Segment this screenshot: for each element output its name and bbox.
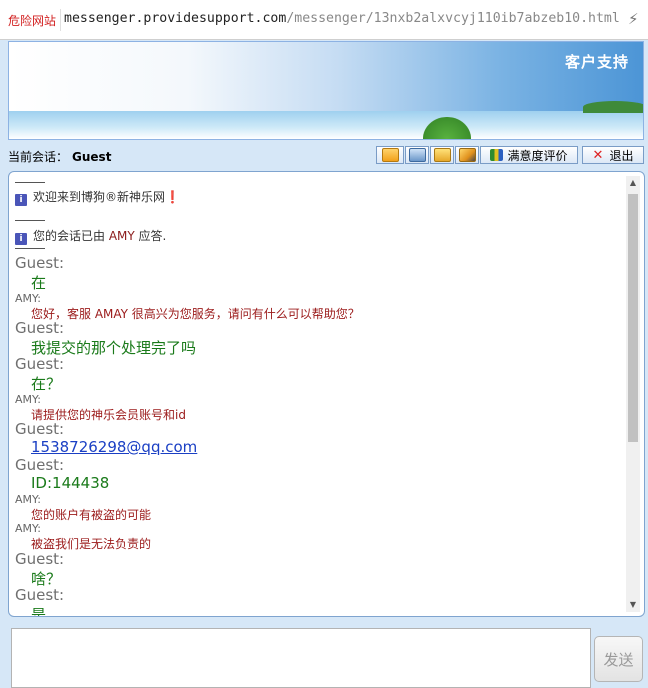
message-sender: AMY:	[15, 292, 41, 305]
chat-transcript[interactable]: i 欢迎来到博狗®新神乐网❗ i 您的会话已由 AMY 应答. Guest: 在 A…	[8, 171, 645, 617]
email-button[interactable]	[430, 146, 454, 164]
url-host: messenger.providesupport.com	[64, 11, 287, 26]
session-label: 当前会话：	[8, 150, 69, 164]
exit-button[interactable]: ✕ 退出	[582, 146, 644, 164]
send-file-button[interactable]	[376, 146, 404, 164]
exit-label: 退出	[609, 148, 634, 163]
security-warning[interactable]: 危险网站	[8, 12, 56, 29]
message-sender: Guest:	[15, 420, 65, 438]
agent-name: AMY	[108, 229, 135, 243]
rating-button[interactable]: 满意度评价	[480, 146, 578, 164]
scroll-down-icon[interactable]: ▼	[626, 598, 640, 612]
system-message: i 欢迎来到博狗®新神乐网❗	[15, 188, 180, 206]
message-sender: Guest:	[15, 254, 65, 272]
message-sender: Guest:	[15, 355, 65, 373]
support-banner: 客户支持	[8, 41, 644, 140]
guest-message: 在	[31, 274, 47, 292]
scrollbar-thumb[interactable]	[628, 194, 638, 442]
message-sender: AMY:	[15, 393, 41, 406]
divider	[15, 248, 45, 249]
send-button[interactable]: 发送	[594, 636, 643, 682]
edit-button[interactable]	[455, 146, 479, 164]
current-session: 当前会话： Guest	[8, 148, 111, 165]
url-text[interactable]: messenger.providesupport.com/messenger/1…	[64, 11, 620, 26]
info-icon: i	[15, 194, 27, 206]
banner-sea	[9, 111, 643, 139]
message-sender: Guest:	[15, 586, 65, 604]
banner-palm	[423, 117, 471, 139]
email-icon	[433, 148, 451, 162]
lightning-icon[interactable]: ⚡	[628, 10, 639, 28]
info-icon: i	[15, 233, 27, 245]
edit-icon	[458, 148, 476, 162]
address-divider	[60, 9, 61, 31]
guest-message: 在？	[31, 375, 62, 393]
agent-message: 您的账户有被盗的可能	[31, 508, 152, 522]
url-path: /messenger/13nxb2alxvcyj110ib7abzeb10.ht…	[286, 11, 620, 26]
message-sender: AMY:	[15, 522, 41, 535]
system-message-text: 您的会话已由	[33, 229, 109, 243]
banner-title: 客户支持	[564, 53, 629, 71]
agent-message: 您好，客服 AMAY 很高兴为您服务，请问有什么可以帮助您？	[31, 307, 360, 321]
print-button[interactable]	[405, 146, 429, 164]
message-sender: Guest:	[15, 550, 65, 568]
print-icon	[408, 148, 426, 162]
bar-chart-icon	[490, 149, 504, 161]
scroll-up-icon[interactable]: ▲	[626, 176, 640, 190]
guest-message: ID:144438	[31, 474, 110, 492]
chat-scrollbar[interactable]: ▲ ▼	[626, 176, 640, 612]
system-message-text: 欢迎来到博狗®新神乐网❗	[33, 190, 180, 204]
address-bar[interactable]: 危险网站 messenger.providesupport.com/messen…	[0, 0, 648, 40]
divider	[15, 182, 45, 183]
email-link[interactable]: 1538726298@qq.com	[15, 438, 197, 456]
system-message: i 您的会话已由 AMY 应答.	[15, 227, 166, 245]
message-input[interactable]	[11, 628, 591, 688]
banner-island	[583, 101, 643, 113]
session-user: Guest	[72, 150, 112, 164]
message-sender: Guest:	[15, 319, 65, 337]
send-file-icon	[381, 148, 399, 162]
system-message-text: 应答.	[134, 229, 167, 243]
rating-label: 满意度评价	[507, 148, 568, 163]
guest-message: 是	[31, 606, 47, 617]
message-sender: AMY:	[15, 493, 41, 506]
close-icon: ✕	[592, 147, 604, 163]
divider	[15, 220, 45, 221]
message-sender: Guest:	[15, 456, 65, 474]
